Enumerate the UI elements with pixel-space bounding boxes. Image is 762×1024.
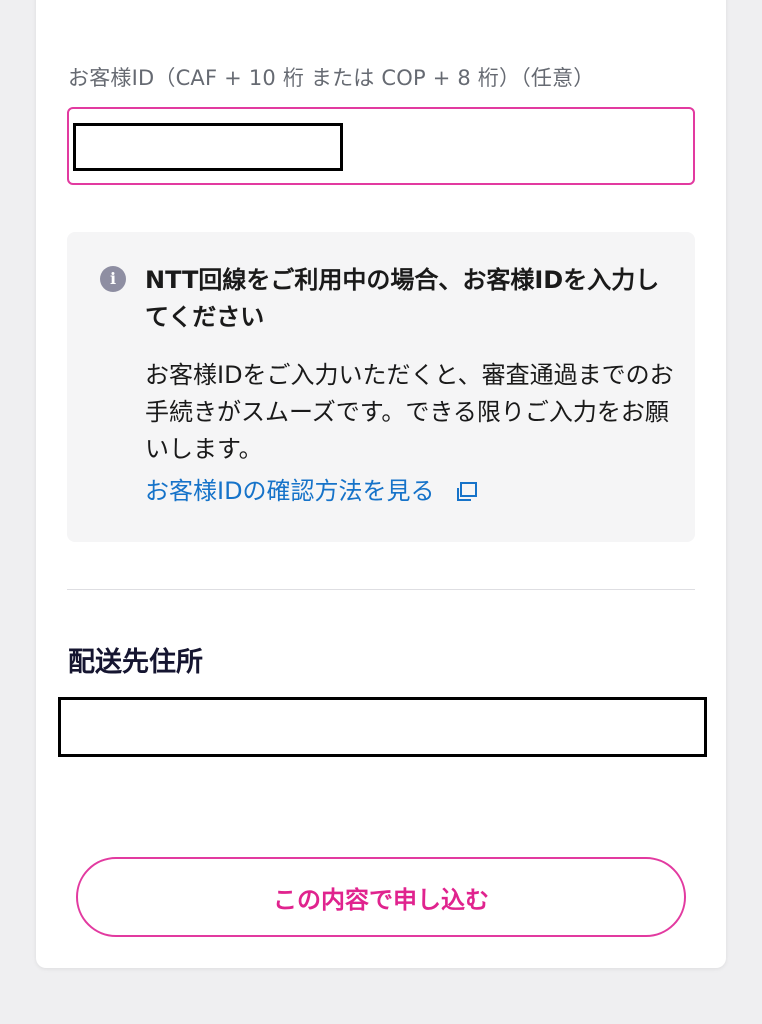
section-divider xyxy=(67,589,695,590)
shipping-address-field xyxy=(58,697,707,757)
external-window-icon xyxy=(456,481,477,501)
shipping-address-title: 配送先住所 xyxy=(68,647,203,678)
submit-button[interactable]: この内容で申し込む xyxy=(76,857,686,937)
info-body: お客様IDをご入力いただくと、審査通過までのお手続きがスムーズです。できる限りご… xyxy=(145,361,674,463)
redacted-customer-id xyxy=(73,123,343,171)
customer-id-help-link[interactable]: お客様IDの確認方法を見る xyxy=(145,473,479,510)
customer-id-help-link-label: お客様IDの確認方法を見る xyxy=(145,477,435,505)
info-icon: i xyxy=(100,266,126,292)
info-title: NTT回線をご利用中の場合、お客様IDを入力してください xyxy=(145,266,660,331)
customer-id-label: お客様ID（CAF + 10 桁 または COP + 8 桁）（任意） xyxy=(68,66,595,90)
